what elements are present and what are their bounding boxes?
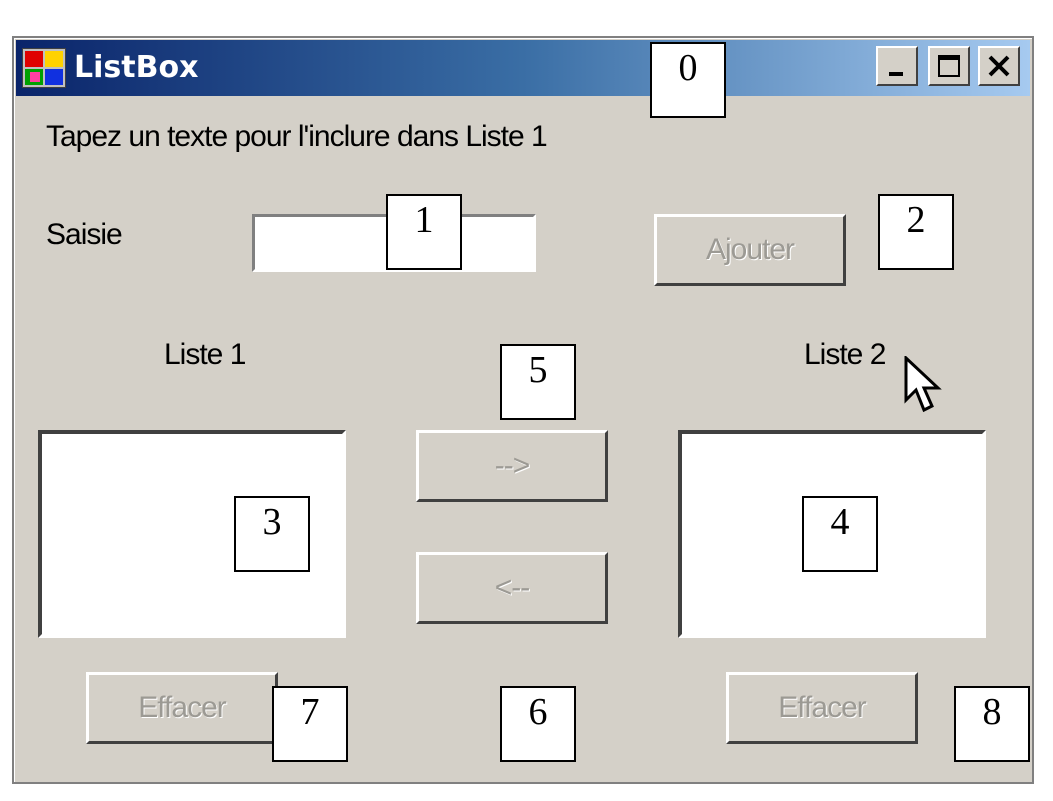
close-icon	[988, 55, 1010, 77]
move-left-button-label: <--	[494, 571, 531, 604]
callout-0: 0	[650, 42, 726, 118]
clear-list2-button[interactable]: Effacer	[726, 672, 918, 744]
maximize-button[interactable]	[928, 46, 970, 86]
app-icon	[22, 48, 66, 88]
close-button[interactable]	[978, 46, 1020, 86]
callout-3: 3	[234, 496, 310, 572]
callout-2: 2	[878, 194, 954, 270]
move-right-button-label: -->	[494, 449, 531, 482]
callout-5: 5	[500, 344, 576, 420]
callout-6: 6	[500, 686, 576, 762]
move-left-button[interactable]: <--	[416, 552, 608, 624]
window-title: ListBox	[74, 50, 199, 85]
ajouter-button-label: Ajouter	[705, 233, 795, 266]
minimize-icon	[889, 72, 903, 76]
callout-7: 7	[272, 686, 348, 762]
callout-8: 8	[954, 686, 1030, 762]
cursor-arrow-icon	[904, 356, 942, 413]
instruction-label: Tapez un texte pour l'inclure dans Liste…	[46, 120, 548, 153]
callout-1: 1	[386, 194, 462, 270]
maximize-icon	[938, 55, 960, 77]
saisie-label: Saisie	[46, 218, 123, 251]
ajouter-button[interactable]: Ajouter	[654, 214, 846, 286]
callout-4: 4	[802, 496, 878, 572]
clear-list2-button-label: Effacer	[778, 691, 867, 724]
clear-list1-button[interactable]: Effacer	[86, 672, 278, 744]
clear-list1-button-label: Effacer	[138, 691, 227, 724]
list2-label: Liste 2	[804, 338, 886, 371]
minimize-button[interactable]	[876, 46, 918, 86]
title-bar[interactable]: ListBox	[16, 40, 1030, 96]
move-right-button[interactable]: -->	[416, 430, 608, 502]
list1-label: Liste 1	[164, 338, 246, 371]
